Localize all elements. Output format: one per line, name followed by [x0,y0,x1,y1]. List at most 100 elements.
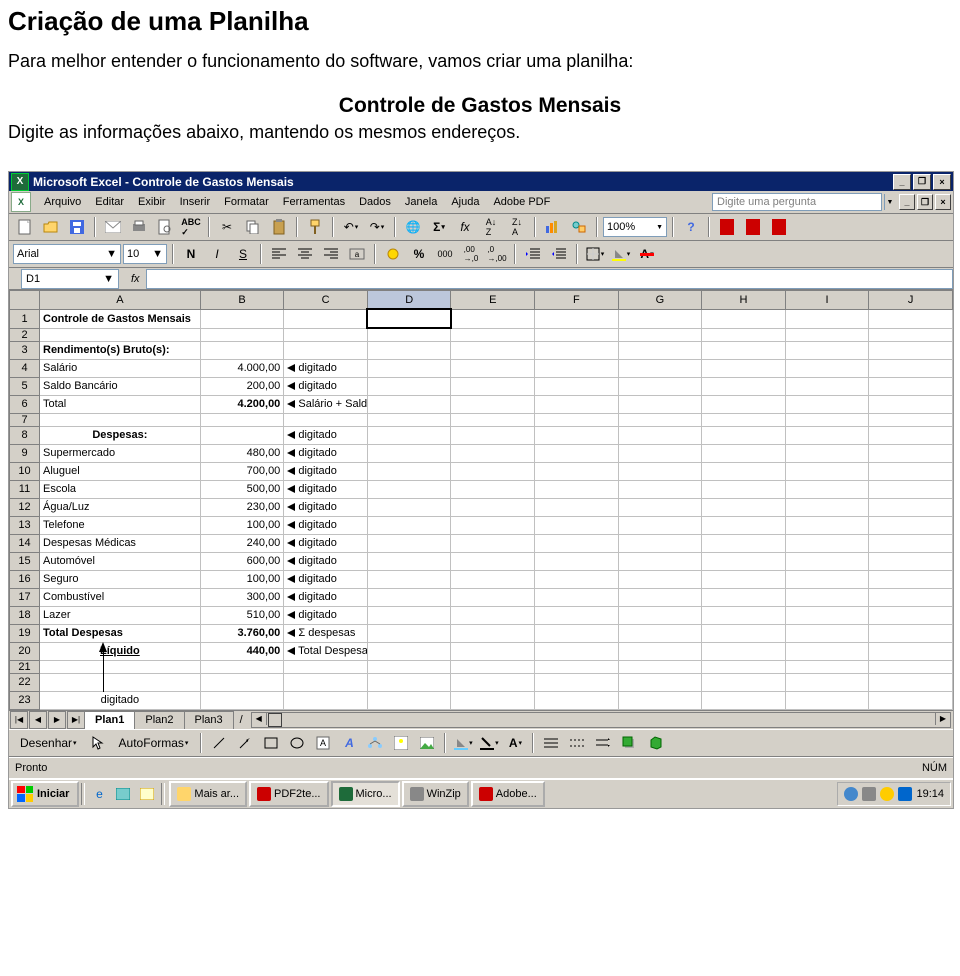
cell[interactable] [367,359,451,377]
cell[interactable] [535,691,619,709]
cell[interactable] [618,413,702,426]
cell[interactable]: digitado [284,606,368,624]
doc-close-button[interactable]: × [935,194,951,210]
menu-ferramentas[interactable]: Ferramentas [276,193,352,211]
cell[interactable] [200,673,284,691]
cell[interactable] [200,341,284,359]
taskbar-item[interactable]: PDF2te... [249,781,328,807]
cell[interactable] [785,341,869,359]
cell[interactable] [702,570,786,588]
cell[interactable] [200,413,284,426]
menu-editar[interactable]: Editar [88,193,131,211]
system-tray[interactable]: 19:14 [837,782,951,806]
cell[interactable]: digitado [284,570,368,588]
cell[interactable]: Salário [40,359,201,377]
cell[interactable]: digitado [284,426,368,444]
col-header-e[interactable]: E [451,291,535,310]
cell[interactable] [451,328,535,341]
cell[interactable]: digitado [284,588,368,606]
cell[interactable] [702,588,786,606]
cell[interactable] [702,309,786,328]
cell[interactable]: Combustível [40,588,201,606]
cell[interactable] [535,660,619,673]
cell[interactable] [284,660,368,673]
pdf-icon-2[interactable] [741,215,765,239]
cell[interactable] [618,309,702,328]
scroll-thumb[interactable] [268,713,282,727]
cell[interactable] [618,570,702,588]
cell[interactable] [535,444,619,462]
insert-picture-icon[interactable] [415,731,439,755]
cell[interactable] [535,359,619,377]
ask-question-dropdown-icon[interactable]: ▼ [884,194,895,210]
cell[interactable] [535,516,619,534]
cell[interactable] [869,426,953,444]
tray-icon[interactable] [880,787,894,801]
cell[interactable] [785,328,869,341]
cell[interactable] [869,624,953,642]
cell[interactable] [451,395,535,413]
comma-style-icon[interactable]: 000 [433,242,457,266]
taskbar-item[interactable]: Mais ar... [169,781,247,807]
cell[interactable] [367,588,451,606]
cell[interactable] [869,660,953,673]
cell[interactable] [869,377,953,395]
cell[interactable] [451,444,535,462]
textbox-icon[interactable]: A [311,731,335,755]
new-file-icon[interactable] [13,215,37,239]
cell[interactable]: 200,00 [200,377,284,395]
cell[interactable]: 3.760,00 [200,624,284,642]
row-header[interactable]: 20 [10,642,40,660]
cut-icon[interactable]: ✂ [215,215,239,239]
menu-ajuda[interactable]: Ajuda [444,193,486,211]
cell[interactable] [367,606,451,624]
cell[interactable] [618,588,702,606]
percent-icon[interactable]: % [407,242,431,266]
cell[interactable] [200,426,284,444]
row-header[interactable]: 11 [10,480,40,498]
cell[interactable] [785,570,869,588]
cell[interactable] [785,606,869,624]
font-color-icon[interactable]: A▾ [635,242,659,266]
sheet-tab-plan2[interactable]: Plan2 [134,711,184,729]
row-header[interactable]: 7 [10,413,40,426]
sort-desc-icon[interactable]: Z↓A [505,215,529,239]
cell[interactable] [702,552,786,570]
row-header[interactable]: 19 [10,624,40,642]
cell[interactable] [535,341,619,359]
cell[interactable] [618,673,702,691]
cell[interactable] [702,462,786,480]
cell[interactable] [702,328,786,341]
hyperlink-icon[interactable]: 🌐 [401,215,425,239]
3d-icon[interactable] [643,731,667,755]
cell[interactable]: Despesas: [40,426,201,444]
cell[interactable] [367,516,451,534]
row-header[interactable]: 18 [10,606,40,624]
redo-icon[interactable]: ↷▾ [365,215,389,239]
fx-label[interactable]: fx [131,273,140,285]
tab-nav-last-icon[interactable]: ▶| [67,711,85,729]
cell[interactable] [785,498,869,516]
print-icon[interactable] [127,215,151,239]
cell[interactable] [40,660,201,673]
cell[interactable] [451,552,535,570]
cell[interactable] [869,480,953,498]
cell[interactable]: Seguro [40,570,201,588]
email-icon[interactable] [101,215,125,239]
cell[interactable] [869,673,953,691]
cell[interactable] [702,444,786,462]
cell[interactable] [451,606,535,624]
cell[interactable]: Telefone [40,516,201,534]
print-preview-icon[interactable] [153,215,177,239]
cell[interactable] [785,673,869,691]
zoom-combo[interactable]: 100%▼ [603,217,667,237]
cell[interactable] [451,498,535,516]
cell[interactable]: 510,00 [200,606,284,624]
cell[interactable]: 700,00 [200,462,284,480]
underline-icon[interactable]: S [231,242,255,266]
diagram-icon[interactable] [363,731,387,755]
cell[interactable]: Σ despesas [284,624,368,642]
row-header[interactable]: 8 [10,426,40,444]
help-icon[interactable]: ? [679,215,703,239]
drawing-icon[interactable] [567,215,591,239]
